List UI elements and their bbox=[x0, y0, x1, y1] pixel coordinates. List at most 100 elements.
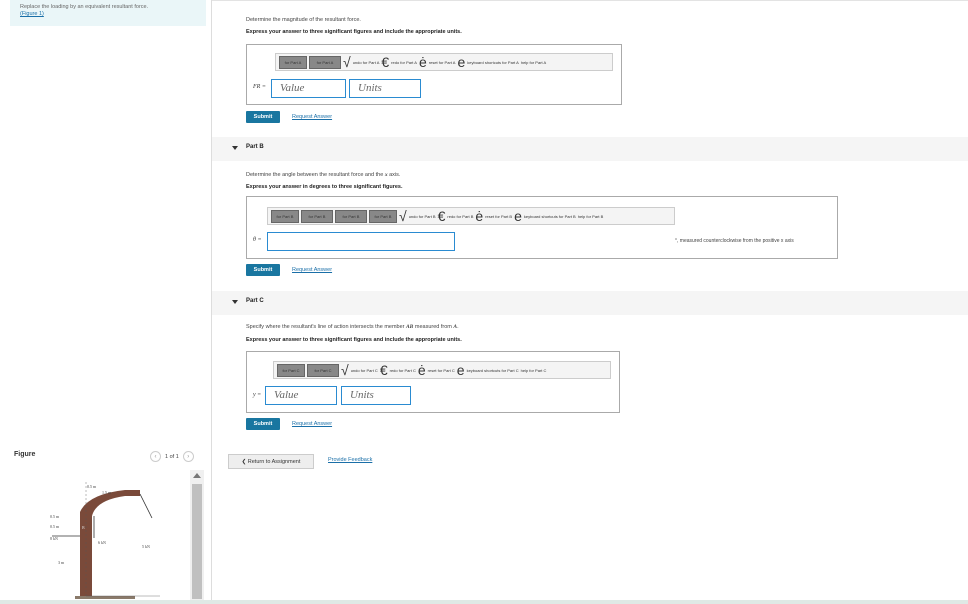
partA-units-input[interactable]: Units bbox=[349, 79, 421, 98]
partB-label: θ = bbox=[253, 237, 262, 243]
partC-reset-button[interactable]: reset for Part C bbox=[428, 368, 455, 373]
partA-shortcuts-button[interactable]: keyboard shortcuts for Part A bbox=[467, 60, 519, 65]
partB-keyboard-icon[interactable]: e bbox=[514, 209, 522, 223]
scroll-thumb[interactable] bbox=[192, 484, 202, 599]
bottom-bar bbox=[0, 600, 968, 604]
top-divider bbox=[212, 0, 968, 11]
partA-sqrt-icon[interactable]: √ bbox=[343, 55, 351, 69]
partB-collapse-icon[interactable] bbox=[232, 146, 238, 150]
partB-template-button[interactable]: for Part B bbox=[271, 209, 299, 223]
partB-instruction-post: axis. bbox=[387, 172, 401, 178]
partA-help-button[interactable]: help for Part A bbox=[521, 60, 546, 65]
partA-symbol-button[interactable]: for Part A bbox=[309, 55, 341, 69]
figure-scrollbar[interactable] bbox=[190, 470, 204, 602]
partB-extra-button[interactable]: for Part B bbox=[369, 209, 397, 223]
partA-express: Express your answer to three significant… bbox=[246, 29, 462, 35]
partB-shortcuts-button[interactable]: keyboard shortcuts for Part B bbox=[524, 214, 576, 219]
partC-redo-button[interactable]: redo for Part C bbox=[390, 368, 416, 373]
partA-submit-button[interactable]: Submit bbox=[246, 111, 280, 123]
force-right-label: 5 kN bbox=[142, 544, 150, 549]
partC-instruction-post: . bbox=[457, 324, 459, 330]
partA-value-input[interactable]: Value bbox=[271, 79, 346, 98]
partA-undo-button[interactable]: undo for Part A bbox=[353, 60, 380, 65]
force-mid-label: 6 kN bbox=[98, 540, 106, 545]
partC-instruction-pre: Specify where the resultant's line of ac… bbox=[246, 324, 407, 330]
partB-symbol-button[interactable]: for Part B bbox=[335, 209, 367, 223]
figure-heading: Figure bbox=[14, 451, 36, 458]
partB-request-answer-link[interactable]: Request Answer bbox=[292, 267, 332, 273]
partB-answer-box: for Part B for Part B for Part B for Par… bbox=[246, 196, 838, 259]
figure-image: 0.5 m 1.5 m 0.5 m 0.5 m 8 kN 6 kN 5 kN 3… bbox=[50, 482, 160, 599]
partC-keyboard-icon[interactable]: e bbox=[457, 363, 465, 377]
figure-link[interactable]: (Figure 1) bbox=[20, 11, 206, 18]
partA-toolbar: for Part A for Part A √ undo for Part A … bbox=[275, 53, 613, 71]
partB-undo-icon[interactable]: € bbox=[438, 209, 446, 223]
figure-pager: ‹ 1 of 1 › bbox=[150, 451, 194, 462]
partB-reset-button[interactable]: reset for Part B bbox=[485, 214, 512, 219]
intro-text: Replace the loading by an equivalent res… bbox=[20, 4, 149, 10]
partC-answer-box: for Part C for Part C √ undo for Part C … bbox=[246, 351, 620, 413]
dim-left1-label: 0.5 m bbox=[50, 514, 60, 519]
partC-heading: Part C bbox=[246, 298, 264, 304]
partB-submit-button[interactable]: Submit bbox=[246, 264, 280, 276]
partC-request-answer-link[interactable]: Request Answer bbox=[292, 421, 332, 427]
partB-unit-suffix: °, measured counterclockwise from the po… bbox=[675, 238, 794, 244]
partC-symbol-button[interactable]: for Part C bbox=[307, 363, 339, 377]
partB-sqrt-icon[interactable]: √ bbox=[399, 209, 407, 223]
partC-undo-button[interactable]: undo for Part C bbox=[351, 368, 378, 373]
dim-left2-label: 0.5 m bbox=[50, 524, 60, 529]
partA-template-button[interactable]: for Part A bbox=[279, 55, 307, 69]
force-right-arrow bbox=[139, 493, 153, 519]
partB-reset-icon[interactable]: ė bbox=[475, 209, 483, 223]
partC-value-input[interactable]: Value bbox=[265, 386, 337, 405]
partB-toolbar: for Part B for Part B for Part B for Par… bbox=[267, 207, 675, 225]
provide-feedback-link[interactable]: Provide Feedback bbox=[328, 457, 372, 463]
partC-label: y = bbox=[253, 392, 262, 398]
partC-shortcuts-button[interactable]: keyboard shortcuts for Part C bbox=[467, 368, 519, 373]
partC-units-input[interactable]: Units bbox=[341, 386, 411, 405]
return-to-assignment-button[interactable]: ❮ Return to Assignment bbox=[228, 454, 314, 469]
partB-instruction: Determine the angle between the resultan… bbox=[246, 172, 400, 178]
partB-help-button[interactable]: help for Part B bbox=[578, 214, 604, 219]
partC-express: Express your answer to three significant… bbox=[246, 337, 462, 343]
partC-collapse-icon[interactable] bbox=[232, 300, 238, 304]
dim-top-label: 0.5 m bbox=[87, 484, 97, 489]
scroll-up-icon[interactable] bbox=[193, 473, 201, 478]
partC-submit-button[interactable]: Submit bbox=[246, 418, 280, 430]
partC-header[interactable]: Part C bbox=[212, 291, 968, 315]
partB-header[interactable]: Part B bbox=[212, 137, 968, 161]
partA-reset-icon[interactable]: ė bbox=[419, 55, 427, 69]
partA-redo-button[interactable]: redo for Part A bbox=[391, 60, 417, 65]
partC-sqrt-icon[interactable]: √ bbox=[341, 363, 349, 377]
main-panel: Determine the magnitude of the resultant… bbox=[212, 0, 968, 600]
partC-toolbar: for Part C for Part C √ undo for Part C … bbox=[273, 361, 611, 379]
partC-instruction: Specify where the resultant's line of ac… bbox=[246, 324, 459, 330]
partB-angle-input[interactable] bbox=[267, 232, 455, 251]
partC-instruction-mid: measured from bbox=[413, 324, 454, 330]
partB-heading: Part B bbox=[246, 144, 264, 150]
dim-h-label: 3 m bbox=[58, 560, 65, 565]
partA-reset-button[interactable]: reset for Part A bbox=[429, 60, 456, 65]
pager-text: 1 of 1 bbox=[165, 453, 179, 460]
problem-intro: Replace the loading by an equivalent res… bbox=[10, 0, 206, 26]
partA-answer-box: for Part A for Part A √ undo for Part A … bbox=[246, 44, 622, 105]
next-figure-icon[interactable]: › bbox=[182, 451, 194, 462]
partB-undo-button[interactable]: undo for Part B bbox=[409, 214, 436, 219]
partB-instruction-pre: Determine the angle between the resultan… bbox=[246, 172, 385, 178]
partC-help-button[interactable]: help for Part C bbox=[521, 368, 547, 373]
ground bbox=[75, 596, 135, 599]
partB-vec-button[interactable]: for Part B bbox=[301, 209, 333, 223]
partA-label: FR = bbox=[253, 84, 266, 90]
prev-figure-icon[interactable]: ‹ bbox=[150, 451, 161, 462]
left-panel: Replace the loading by an equivalent res… bbox=[0, 0, 210, 604]
force-left-label: 8 kN bbox=[50, 536, 58, 541]
dim-top2-label: 1.5 m bbox=[102, 490, 112, 495]
partA-request-answer-link[interactable]: Request Answer bbox=[292, 114, 332, 120]
partC-undo-icon[interactable]: € bbox=[380, 363, 388, 377]
partC-template-button[interactable]: for Part C bbox=[277, 363, 305, 377]
partA-instruction: Determine the magnitude of the resultant… bbox=[246, 17, 361, 23]
partA-undo-icon[interactable]: € bbox=[381, 55, 389, 69]
partC-reset-icon[interactable]: ė bbox=[418, 363, 426, 377]
partB-redo-button[interactable]: redo for Part B bbox=[447, 214, 473, 219]
partA-keyboard-icon[interactable]: e bbox=[457, 55, 465, 69]
